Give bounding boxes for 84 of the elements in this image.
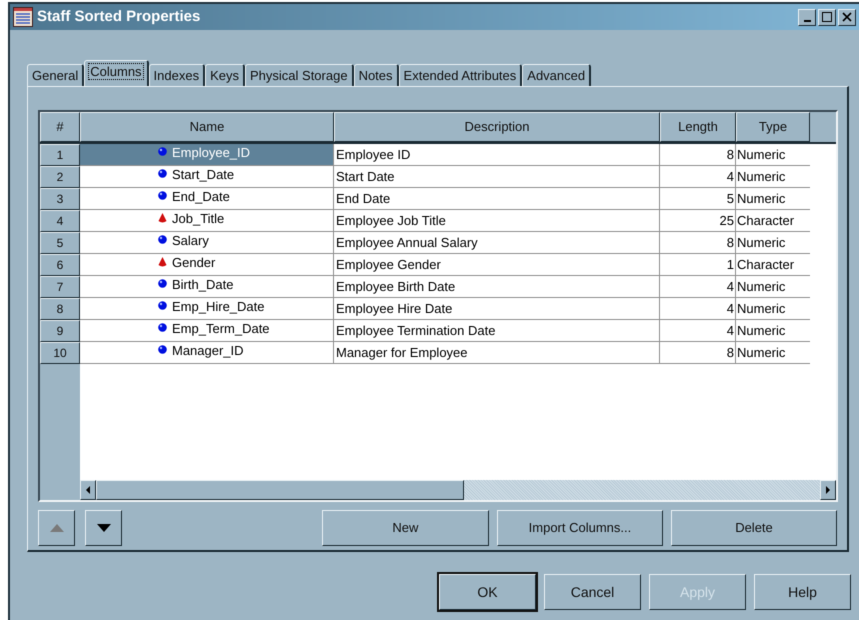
window-title: Staff Sorted Properties (37, 6, 200, 27)
tab[interactable]: Keys (205, 64, 245, 86)
scrollbar-thumb[interactable] (96, 480, 464, 500)
tab[interactable]: Indexes (148, 64, 206, 86)
table-cell: Employee ID (334, 144, 660, 166)
up-triangle-icon (50, 524, 64, 532)
down-triangle-icon (96, 524, 111, 532)
sphere-icon (158, 279, 167, 288)
name-cell[interactable]: Manager_ID (80, 342, 334, 364)
minimize-icon (804, 20, 810, 22)
sphere-icon (158, 191, 167, 200)
sphere-icon (158, 301, 167, 310)
sphere-icon (158, 323, 167, 332)
name-cell[interactable]: Emp_Term_Date (80, 320, 334, 342)
minimize-button[interactable] (798, 8, 816, 26)
action-button[interactable]: Import Columns... (496, 510, 663, 546)
action-button[interactable]: Delete (670, 510, 837, 546)
sphere-icon (158, 169, 167, 178)
table-cell: 4 (660, 298, 736, 320)
column-header[interactable]: Name (80, 112, 334, 142)
table-cell: Manager for Employee (334, 342, 660, 364)
table-cell: 8 (660, 342, 736, 364)
table-cell: 8 (660, 232, 736, 254)
maximize-button[interactable] (818, 8, 836, 26)
tab[interactable]: Advanced (522, 64, 592, 86)
close-button[interactable] (838, 8, 856, 26)
table-cell: Employee Hire Date (334, 298, 660, 320)
cone-icon (158, 257, 167, 268)
close-icon (842, 12, 852, 22)
sphere-icon (158, 345, 167, 354)
row-number[interactable]: 8 (40, 298, 80, 320)
name-cell[interactable]: End_Date (80, 188, 334, 210)
sphere-icon (158, 147, 167, 156)
dialog-button[interactable]: Help (754, 574, 851, 610)
row-number[interactable]: 5 (40, 232, 80, 254)
move-down-button[interactable] (85, 510, 122, 546)
column-header[interactable]: Type (736, 112, 810, 142)
tab[interactable]: Extended Attributes (398, 64, 522, 86)
tab[interactable]: General (27, 64, 84, 86)
table-cell: Start Date (334, 166, 660, 188)
name-cell[interactable]: Salary (80, 232, 334, 254)
name-cell[interactable]: Birth_Date (80, 276, 334, 298)
row-number[interactable]: 6 (40, 254, 80, 276)
horizontal-scrollbar[interactable] (80, 480, 836, 500)
action-button[interactable]: New (322, 510, 489, 546)
column-header[interactable]: Length (660, 112, 736, 142)
maximize-icon (822, 12, 832, 22)
cone-icon (158, 213, 167, 224)
column-header[interactable]: Description (334, 112, 660, 142)
table-cell: End Date (334, 188, 660, 210)
table-cell: Employee Annual Salary (334, 232, 660, 254)
left-arrow-icon[interactable] (86, 486, 90, 494)
dialog-button[interactable]: OK (439, 574, 536, 610)
table-cell: 4 (660, 166, 736, 188)
row-number[interactable]: 3 (40, 188, 80, 210)
right-arrow-icon[interactable] (826, 486, 830, 494)
tab[interactable]: Columns (84, 60, 149, 86)
sphere-icon (158, 235, 167, 244)
tab[interactable]: Notes (354, 64, 399, 86)
tab[interactable]: Physical Storage (245, 64, 354, 86)
table-cell: 25 (660, 210, 736, 232)
table-cell: Employee Gender (334, 254, 660, 276)
row-number[interactable]: 4 (40, 210, 80, 232)
row-number[interactable]: 9 (40, 320, 80, 342)
table-cell: 5 (660, 188, 736, 210)
row-number[interactable]: 2 (40, 166, 80, 188)
table-cell: 1 (660, 254, 736, 276)
table-icon (13, 7, 33, 27)
table-cell: Employee Job Title (334, 210, 660, 232)
name-cell[interactable]: Gender (80, 254, 334, 276)
name-cell[interactable]: Employee_ID (80, 144, 334, 166)
row-number[interactable]: 1 (40, 144, 80, 166)
column-header[interactable]: # (40, 112, 80, 142)
table-cell: 4 (660, 320, 736, 342)
name-cell[interactable]: Job_Title (80, 210, 334, 232)
name-cell[interactable]: Start_Date (80, 166, 334, 188)
row-number[interactable]: 7 (40, 276, 80, 298)
dialog-button[interactable]: Cancel (544, 574, 641, 610)
row-number[interactable]: 10 (40, 342, 80, 364)
table-cell: Employee Termination Date (334, 320, 660, 342)
table-cell: 8 (660, 144, 736, 166)
table-cell: Employee Birth Date (334, 276, 660, 298)
name-cell[interactable]: Emp_Hire_Date (80, 298, 334, 320)
table-cell: 4 (660, 276, 736, 298)
